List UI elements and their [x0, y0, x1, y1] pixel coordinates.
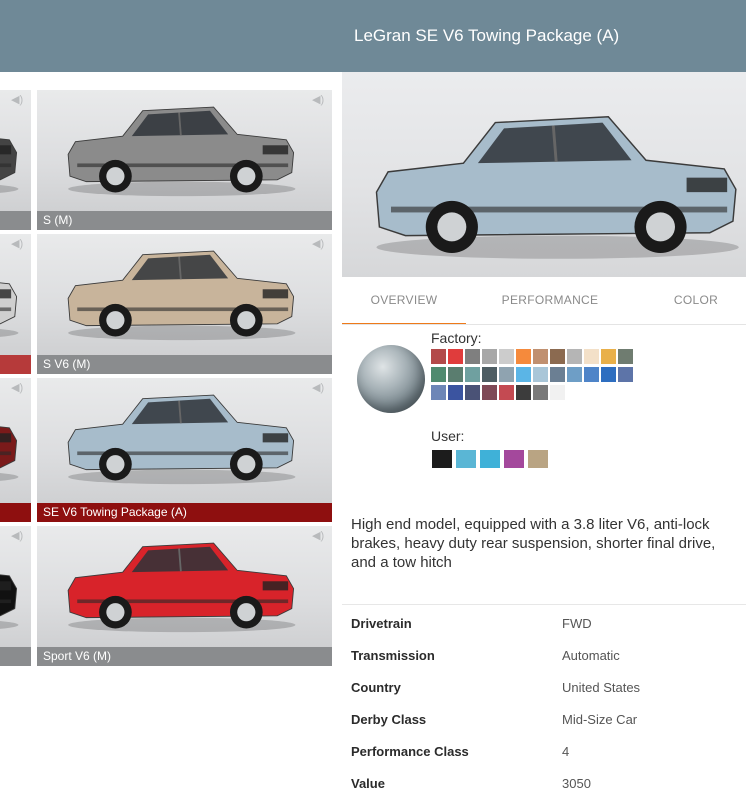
user-color-swatch[interactable]: [480, 450, 500, 468]
vehicle-tile[interactable]: ◀): [0, 378, 31, 522]
spec-label: Transmission: [351, 648, 435, 663]
detail-tabs: OVERVIEW PERFORMANCE COLOR: [342, 277, 746, 325]
factory-color-swatch[interactable]: [482, 385, 497, 400]
spec-value: United States: [562, 680, 641, 695]
spec-value: FWD: [562, 616, 592, 631]
vehicle-thumbnail: [37, 90, 332, 212]
factory-color-swatch[interactable]: [533, 385, 548, 400]
paint-preview-sphere: [357, 345, 425, 413]
factory-color-swatch[interactable]: [448, 349, 463, 364]
vehicle-thumbnail: [37, 526, 332, 648]
factory-color-swatch[interactable]: [465, 367, 480, 382]
user-color-swatch[interactable]: [504, 450, 524, 468]
vehicle-tile-label: [0, 503, 31, 522]
user-color-swatch[interactable]: [456, 450, 476, 468]
factory-color-swatch[interactable]: [482, 367, 497, 382]
vehicle-list-header: [0, 0, 342, 72]
vehicle-tile-label: Sport V6 (M): [37, 647, 332, 666]
factory-color-swatch[interactable]: [448, 385, 463, 400]
vehicle-tile[interactable]: ◀): [0, 234, 31, 374]
vehicle-thumbnail: [0, 378, 31, 504]
factory-color-swatch[interactable]: [516, 349, 531, 364]
vehicle-thumbnail: [0, 90, 31, 212]
factory-color-swatch[interactable]: [533, 367, 548, 382]
sound-icon[interactable]: ◀): [11, 530, 25, 542]
factory-color-swatch[interactable]: [431, 349, 446, 364]
spec-value: Mid-Size Car: [562, 712, 638, 727]
vehicle-thumbnail: [0, 526, 31, 648]
factory-color-swatch[interactable]: [465, 385, 480, 400]
factory-color-swatch[interactable]: [601, 367, 616, 382]
vehicle-thumbnail: [37, 234, 332, 356]
spec-label: Performance Class: [351, 744, 469, 759]
factory-color-swatch[interactable]: [567, 367, 582, 382]
vehicle-tile[interactable]: ◀) S V6 (M): [37, 234, 332, 374]
vehicle-tile-label: [0, 647, 31, 666]
factory-color-swatch[interactable]: [533, 349, 548, 364]
factory-color-swatch[interactable]: [499, 349, 514, 364]
factory-color-swatch[interactable]: [584, 367, 599, 382]
sound-icon[interactable]: ◀): [312, 382, 326, 394]
vehicle-thumbnail: [37, 378, 332, 504]
tab-performance[interactable]: PERFORMANCE: [478, 277, 622, 325]
factory-color-swatch[interactable]: [550, 349, 565, 364]
factory-color-swatch[interactable]: [618, 367, 633, 382]
factory-color-swatch[interactable]: [448, 367, 463, 382]
selected-vehicle-title: LeGran SE V6 Towing Package (A): [342, 0, 746, 72]
spec-label: Value: [351, 776, 385, 791]
spec-value: 3050: [562, 776, 591, 791]
factory-color-swatch[interactable]: [550, 385, 565, 400]
factory-color-swatch[interactable]: [618, 349, 633, 364]
spec-label: Drivetrain: [351, 616, 412, 631]
sound-icon[interactable]: ◀): [11, 94, 25, 106]
sound-icon[interactable]: ◀): [11, 238, 25, 250]
tabs-divider: [342, 324, 746, 325]
vehicle-thumbnail: [0, 234, 31, 356]
vehicle-preview: [342, 72, 746, 277]
vehicle-tile-label: SE V6 Towing Package (A): [37, 503, 332, 522]
factory-color-swatch[interactable]: [431, 367, 446, 382]
factory-color-swatch[interactable]: [584, 349, 599, 364]
vehicle-tile[interactable]: ◀) SE V6 Towing Package (A): [37, 378, 332, 522]
user-color-swatch[interactable]: [528, 450, 548, 468]
factory-color-swatch[interactable]: [516, 385, 531, 400]
factory-color-swatch[interactable]: [601, 349, 616, 364]
specs-divider: [342, 604, 746, 605]
sound-icon[interactable]: ◀): [11, 382, 25, 394]
sound-icon[interactable]: ◀): [312, 94, 326, 106]
factory-color-swatch[interactable]: [550, 367, 565, 382]
sound-icon[interactable]: ◀): [312, 238, 326, 250]
user-color-swatch[interactable]: [432, 450, 452, 468]
vehicle-tile-label: S V6 (M): [37, 355, 332, 374]
tab-overview[interactable]: OVERVIEW: [342, 277, 466, 325]
tab-color[interactable]: COLOR: [646, 277, 746, 325]
factory-color-swatch[interactable]: [431, 385, 446, 400]
spec-label: Country: [351, 680, 401, 695]
vehicle-preview-image: [375, 115, 741, 261]
sound-icon[interactable]: ◀): [312, 530, 326, 542]
spec-value: Automatic: [562, 648, 620, 663]
factory-color-swatch[interactable]: [465, 349, 480, 364]
vehicle-tile[interactable]: ◀): [0, 526, 31, 666]
factory-color-swatch[interactable]: [499, 385, 514, 400]
vehicle-tile-label: [0, 211, 31, 230]
vehicle-tile[interactable]: ◀) Sport V6 (M): [37, 526, 332, 666]
factory-color-swatch[interactable]: [567, 349, 582, 364]
factory-color-swatch[interactable]: [499, 367, 514, 382]
user-colors-label: User:: [431, 428, 465, 444]
factory-color-swatch[interactable]: [516, 367, 531, 382]
spec-label: Derby Class: [351, 712, 427, 727]
vehicle-tile-label: [0, 355, 31, 374]
vehicle-tile[interactable]: ◀) S (M): [37, 90, 332, 230]
vehicle-tile-label: S (M): [37, 211, 332, 230]
factory-colors-label: Factory:: [431, 330, 482, 346]
factory-color-swatch[interactable]: [482, 349, 497, 364]
vehicle-tile[interactable]: ◀): [0, 90, 31, 230]
spec-value: 4: [562, 744, 570, 759]
vehicle-description: High end model, equipped with a 3.8 lite…: [351, 516, 716, 571]
